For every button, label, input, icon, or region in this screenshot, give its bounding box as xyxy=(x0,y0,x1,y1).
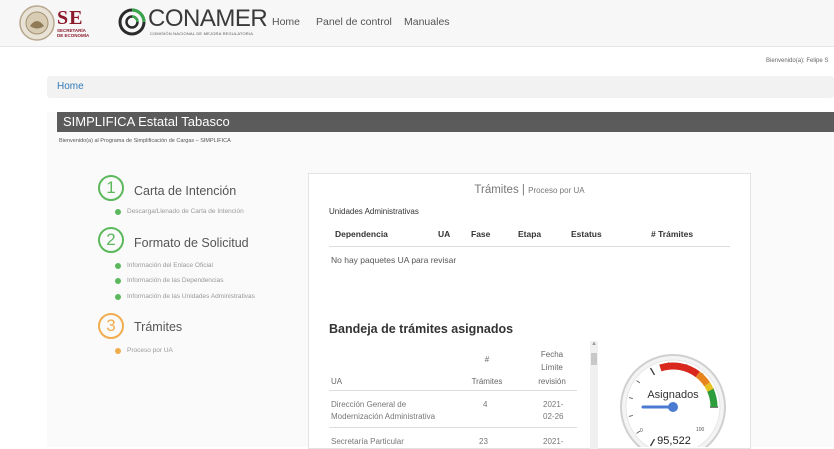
gauge-min-label: 0 xyxy=(640,428,643,434)
step-3-number: 3 xyxy=(98,313,124,339)
row-ua-line1: Secretaría Particular xyxy=(331,437,404,446)
row-ua-line2: Modernización Administrativa xyxy=(331,412,435,421)
page-title: SIMPLIFICA Estatal Tabasco xyxy=(63,114,230,129)
nav-panel-de-control[interactable]: Panel de control xyxy=(316,16,392,28)
brand-subtitle: COMISIÓN NACIONAL DE MEJORA REGULATORIA xyxy=(150,31,253,36)
gauge-arc-green xyxy=(710,390,714,407)
table-scrollbar[interactable]: ▲ xyxy=(590,341,598,449)
check-icon xyxy=(115,209,121,215)
gauge-needle-hub xyxy=(668,402,678,412)
nav-manuales[interactable]: Manuales xyxy=(404,16,450,28)
row-date-line1: 2021- xyxy=(543,437,563,446)
step-2-item-2[interactable]: Información de las Dependencias xyxy=(127,277,223,284)
step-2-title: Formato de Solicitud xyxy=(134,236,249,250)
tramites-separator: | xyxy=(519,184,528,196)
conamer-logo-icon xyxy=(118,8,146,36)
se-logo[interactable]: SE SECRETARÍA DE ECONOMÍA xyxy=(57,8,89,38)
scroll-up-icon[interactable]: ▲ xyxy=(590,341,598,347)
gauge-arc-yellow xyxy=(707,384,710,390)
divider xyxy=(329,427,577,428)
tramites-title: Trámites xyxy=(474,184,518,196)
asignados-gauge: Asignados 0 100 95,522 xyxy=(618,352,728,447)
ua-section-label: Unidades Administrativas xyxy=(329,207,419,216)
row-date-line2: 02-26 xyxy=(543,412,563,421)
bcol-revision[interactable]: revisión xyxy=(534,377,570,386)
breadcrumb: Home xyxy=(47,76,834,98)
col-num-tramites[interactable]: # Trámites xyxy=(651,229,693,239)
step-2-item-1[interactable]: Información del Enlace Oficial xyxy=(127,262,213,269)
step-1-number: 1 xyxy=(98,175,124,201)
step-1-item-1[interactable]: Descarga/Llenado de Carta de Intención xyxy=(127,208,244,215)
bcol-num[interactable]: # xyxy=(469,355,505,364)
nav-home[interactable]: Home xyxy=(272,16,300,28)
scroll-thumb[interactable] xyxy=(591,353,597,365)
col-ua[interactable]: UA xyxy=(438,229,450,239)
col-etapa[interactable]: Etapa xyxy=(518,229,541,239)
divider xyxy=(329,246,730,247)
gauge-value: 95,522 xyxy=(657,435,691,447)
row-ua-line1: Dirección General de xyxy=(331,400,406,409)
col-estatus[interactable]: Estatus xyxy=(571,229,602,239)
se-logo-sub2: DE ECONOMÍA xyxy=(57,33,89,38)
check-icon xyxy=(115,278,121,284)
row-count: 23 xyxy=(479,437,488,446)
mexico-seal-icon xyxy=(18,4,56,42)
gauge-max-label: 100 xyxy=(696,427,705,433)
step-1-title: Carta de Intención xyxy=(134,184,236,198)
bcol-ua[interactable]: UA xyxy=(331,377,342,386)
check-icon xyxy=(115,294,121,300)
tramites-subtitle: Proceso por UA xyxy=(528,186,584,195)
top-navbar: SE SECRETARÍA DE ECONOMÍA CONAMER COMISI… xyxy=(0,0,834,47)
page-subtitle: Bienvenido(a) al Programa de Simplificac… xyxy=(59,138,231,144)
row-count: 4 xyxy=(483,400,487,409)
welcome-user[interactable]: Bienvenido(a): Felipe S xyxy=(766,58,828,64)
col-dependencia[interactable]: Dependencia xyxy=(335,229,388,239)
step-3-title: Trámites xyxy=(134,320,182,334)
panel-header: SIMPLIFICA Estatal Tabasco xyxy=(57,112,834,132)
bcol-fecha[interactable]: Fecha xyxy=(534,350,570,359)
tramites-header: Trámites | Proceso por UA xyxy=(309,184,750,196)
step-2-number: 2 xyxy=(98,227,124,253)
divider xyxy=(329,390,577,391)
bcol-tramites[interactable]: Trámites xyxy=(469,377,505,386)
pending-dot-icon xyxy=(115,348,121,354)
brand-name[interactable]: CONAMER xyxy=(148,6,267,32)
col-fase[interactable]: Fase xyxy=(471,229,490,239)
row-date-line1: 2021- xyxy=(543,400,563,409)
bandeja-title: Bandeja de trámites asignados xyxy=(329,322,513,336)
bcol-limite[interactable]: Límite xyxy=(534,363,570,372)
ua-empty-message: No hay paquetes UA para revisar xyxy=(331,255,456,265)
se-logo-text: SE xyxy=(57,8,89,28)
check-icon xyxy=(115,263,121,269)
gauge-label: Asignados xyxy=(647,389,699,401)
step-2-item-3[interactable]: Información de las Unidades Administrati… xyxy=(127,293,255,300)
breadcrumb-home[interactable]: Home xyxy=(57,81,84,92)
step-3-item-1[interactable]: Proceso por UA xyxy=(127,347,173,354)
